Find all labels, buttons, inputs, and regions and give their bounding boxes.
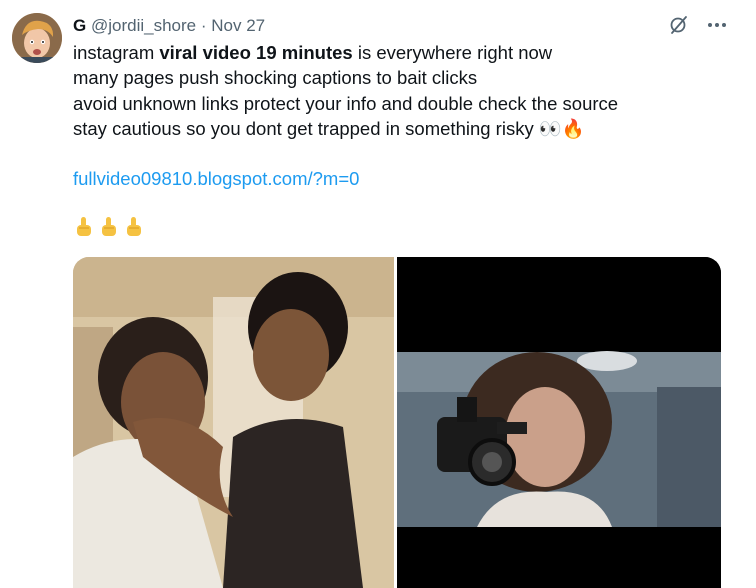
tweet-line-2: many pages push shocking captions to bai… — [73, 67, 478, 89]
tweet-line-1: instagram viral video 19 minutes is ever… — [73, 42, 553, 63]
display-name[interactable]: G — [73, 16, 86, 35]
bold-phrase: viral video 19 minutes — [159, 42, 353, 63]
more-icon[interactable] — [706, 14, 728, 36]
avatar[interactable] — [12, 13, 62, 63]
eyes-emoji: 👀 — [538, 117, 562, 139]
grok-icon[interactable] — [668, 14, 690, 36]
pointing-up-hand-icon — [77, 217, 91, 236]
tweet-line-4: stay cautious so you dont get trapped in… — [73, 117, 585, 139]
fire-emoji: 🔥 — [561, 117, 585, 139]
tweet-date[interactable]: Nov 27 — [211, 16, 265, 35]
media-grid — [73, 257, 721, 588]
pointing-up-hand-icon — [102, 217, 116, 236]
tweet-link[interactable]: fullvideo09810.blogspot.com/?m=0 — [73, 166, 359, 191]
pointing-up-hand-icon — [127, 217, 141, 236]
user-handle[interactable]: @jordii_shore — [91, 16, 196, 35]
hand-emojis — [73, 216, 144, 238]
media-image-left[interactable] — [73, 257, 394, 588]
tweet-header: G @jordii_shore · Nov 27 — [73, 15, 265, 37]
separator-dot: · — [200, 16, 207, 35]
tweet-actions-top — [668, 14, 728, 36]
media-image-right[interactable] — [397, 257, 721, 588]
tweet-line-3: avoid unknown links protect your info an… — [73, 92, 619, 114]
tweet-text: instagram viral video 19 minutes is ever… — [73, 40, 733, 141]
